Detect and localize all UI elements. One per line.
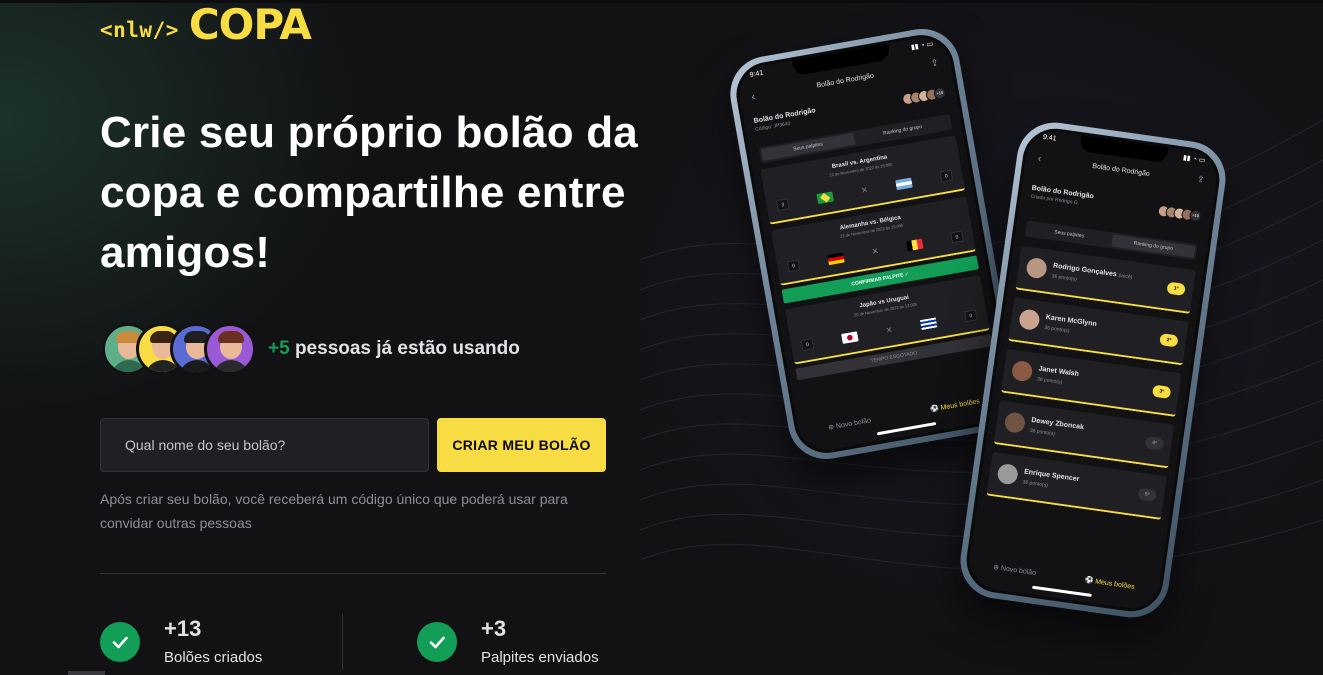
home-indicator <box>876 421 937 436</box>
tab-guesses[interactable]: Seus palpites <box>1027 223 1111 246</box>
scrollbar-thumb[interactable] <box>68 671 105 675</box>
player-points: 36 ponto(s) <box>1051 273 1078 283</box>
score-input[interactable]: 0 <box>950 230 964 244</box>
avatar <box>204 323 256 375</box>
stat-value: +3 <box>481 616 507 641</box>
rank-badge: 2º <box>1159 333 1179 348</box>
avatar <box>1025 256 1048 280</box>
versus-icon: ✕ <box>871 246 880 257</box>
home-indicator <box>1031 585 1092 597</box>
users-count-text: +5 pessoas já estão usando <box>268 338 520 360</box>
score-input[interactable]: 0 <box>786 259 801 273</box>
germany-flag-icon <box>826 252 845 265</box>
phone-notch <box>1079 135 1169 164</box>
users-label: pessoas já estão usando <box>294 338 520 359</box>
nav-my-pools[interactable]: ⚽ Meus bolões <box>1084 576 1135 591</box>
nav-my-pools[interactable]: ⚽ Meus bolões <box>929 397 981 414</box>
pool-header: Bolão do Rodrigão Criado por Rodrigo G. … <box>1030 185 1203 224</box>
stat-label: Palpites enviados <box>481 649 599 666</box>
player-note: (você) <box>1118 272 1133 281</box>
avatar <box>1003 411 1027 434</box>
brand-logo: <nlw/> COPA <box>100 0 312 49</box>
uruguay-flag-icon <box>919 316 938 330</box>
stat-value: +13 <box>164 616 202 641</box>
create-pool-button[interactable]: CRIAR MEU BOLÃO <box>437 418 606 472</box>
rank-badge: 5º <box>1137 487 1157 502</box>
share-icon: ⇪ <box>930 57 940 69</box>
avatar <box>1018 308 1041 331</box>
stat-label: Bolões criados <box>164 649 263 666</box>
stats-separator <box>342 614 343 670</box>
rank-badge: 3º <box>1151 384 1172 399</box>
score-input[interactable]: 0 <box>939 169 954 183</box>
score-input[interactable]: 3 <box>775 198 790 212</box>
signal-icon: ▮▮ ◔ ▭ <box>1182 154 1206 165</box>
stat-guesses-sent: +3 Palpites enviados <box>417 614 599 672</box>
player-points: 36 ponto(s) <box>1022 479 1049 489</box>
argentina-flag-icon <box>895 177 913 190</box>
score-input[interactable]: 0 <box>800 338 815 352</box>
player-points: 36 ponto(s) <box>1043 324 1070 335</box>
versus-icon: ✕ <box>860 185 869 196</box>
brazil-flag-icon <box>816 190 834 204</box>
page-headline: Crie seu próprio bolão da copa e compart… <box>100 108 638 277</box>
tab-ranking[interactable]: Ranking do grupo <box>1111 234 1196 258</box>
status-time: 9:41 <box>1042 133 1057 143</box>
pool-name-input[interactable]: Qual nome do seu bolão? <box>100 418 429 472</box>
nav-new-pool[interactable]: ⊕ Novo bolão <box>828 416 872 431</box>
participants-avatars: +16 <box>1157 204 1203 223</box>
signal-icon: ▮▮ ◔ ▭ <box>910 40 934 52</box>
logo-name: COPA <box>188 0 312 49</box>
form-description: Após criar seu bolão, você receberá um c… <box>100 491 568 531</box>
bottom-nav: ⊕ Novo bolão ⚽ Meus bolões <box>968 560 1159 595</box>
logo-tag: <nlw/> <box>100 18 179 42</box>
avatar <box>1010 359 1034 383</box>
status-time: 9:41 <box>749 69 764 79</box>
users-avatars-group: +5 pessoas já estão usando <box>102 323 520 375</box>
japan-flag-icon <box>840 330 859 344</box>
create-pool-form: Qual nome do seu bolão? CRIAR MEU BOLÃO <box>100 418 606 472</box>
avatar <box>996 462 1019 486</box>
rank-badge: 4º <box>1144 436 1165 451</box>
belgium-flag-icon <box>906 238 924 251</box>
rank-badge: 1º <box>1166 281 1186 296</box>
participants-avatars: +16 <box>901 85 947 106</box>
divider <box>100 573 606 574</box>
versus-icon: ✕ <box>885 325 894 336</box>
users-count: +5 <box>268 338 290 359</box>
player-points: 36 ponto(s) <box>1029 427 1056 438</box>
check-icon <box>100 622 140 662</box>
score-input[interactable]: 0 <box>964 309 978 323</box>
player-points: 36 ponto(s) <box>1036 376 1063 386</box>
stat-pools-created: +13 Bolões criados <box>100 614 262 672</box>
share-icon: ⇪ <box>1196 173 1206 185</box>
nav-new-pool[interactable]: ⊕ Novo bolão <box>993 563 1037 577</box>
player-name: Janet Walsh <box>1038 365 1080 379</box>
check-icon <box>417 622 457 662</box>
